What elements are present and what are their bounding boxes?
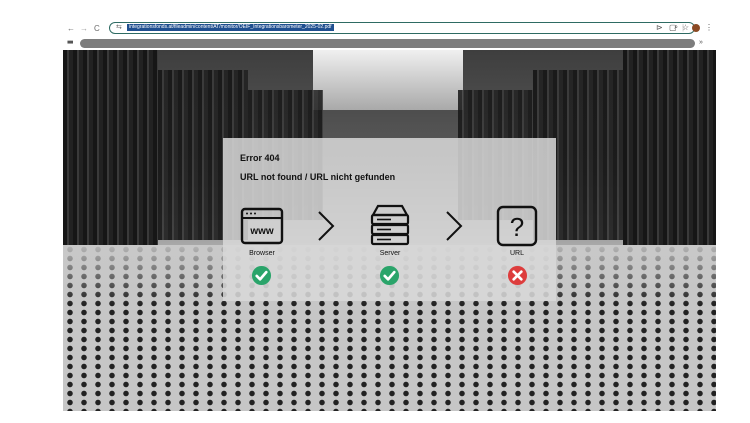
page-content: Error 404 URL not found / URL nicht gefu… xyxy=(63,50,716,411)
chevron-right-icon xyxy=(318,211,335,241)
ceiling-light xyxy=(313,50,463,110)
browser-toolbar: ← → C ⇆ integrationsfonds.at/fileadmin/c… xyxy=(63,20,717,50)
url-text[interactable]: integrationsfonds.at/fileadmin/content/A… xyxy=(127,24,334,31)
address-bar[interactable]: ⇆ integrationsfonds.at/fileadmin/content… xyxy=(109,22,695,34)
step-label-server: Server xyxy=(379,250,401,257)
server-rack-left xyxy=(63,50,158,260)
question-mark-icon: ? xyxy=(496,205,538,247)
toolbar-divider: | xyxy=(682,23,685,32)
error-card: Error 404 URL not found / URL nicht gefu… xyxy=(223,138,556,301)
server-icon xyxy=(370,204,410,246)
forward-button[interactable]: → xyxy=(80,25,88,33)
profile-avatar[interactable] xyxy=(692,24,700,32)
apps-grid-icon[interactable]: ■■ xyxy=(67,40,73,46)
svg-text:?: ? xyxy=(510,212,524,242)
reload-button[interactable]: C xyxy=(94,25,100,33)
browser-window-icon: www xyxy=(240,207,284,245)
error-code: Error 404 xyxy=(240,153,280,163)
step-label-url: URL xyxy=(509,250,524,257)
chevron-right-icon xyxy=(446,211,463,241)
cast-icon[interactable]: ⊳ xyxy=(656,24,663,32)
menu-kebab-icon[interactable]: ⋮ xyxy=(705,24,713,32)
step-label-browser: Browser xyxy=(249,250,275,257)
back-button[interactable]: ← xyxy=(67,25,75,33)
server-rack-right xyxy=(623,50,716,260)
error-x-circle-icon xyxy=(507,265,528,286)
site-info-icon[interactable]: ⇆ xyxy=(116,24,122,32)
check-circle-icon xyxy=(379,265,400,286)
error-message: URL not found / URL nicht gefunden xyxy=(240,172,396,182)
extensions-icon[interactable]: ▢ xyxy=(669,24,677,32)
bookmarks-bar xyxy=(80,39,695,48)
svg-text:www: www xyxy=(249,226,274,237)
more-bookmarks-button[interactable]: » xyxy=(699,39,703,47)
check-circle-icon xyxy=(251,265,272,286)
